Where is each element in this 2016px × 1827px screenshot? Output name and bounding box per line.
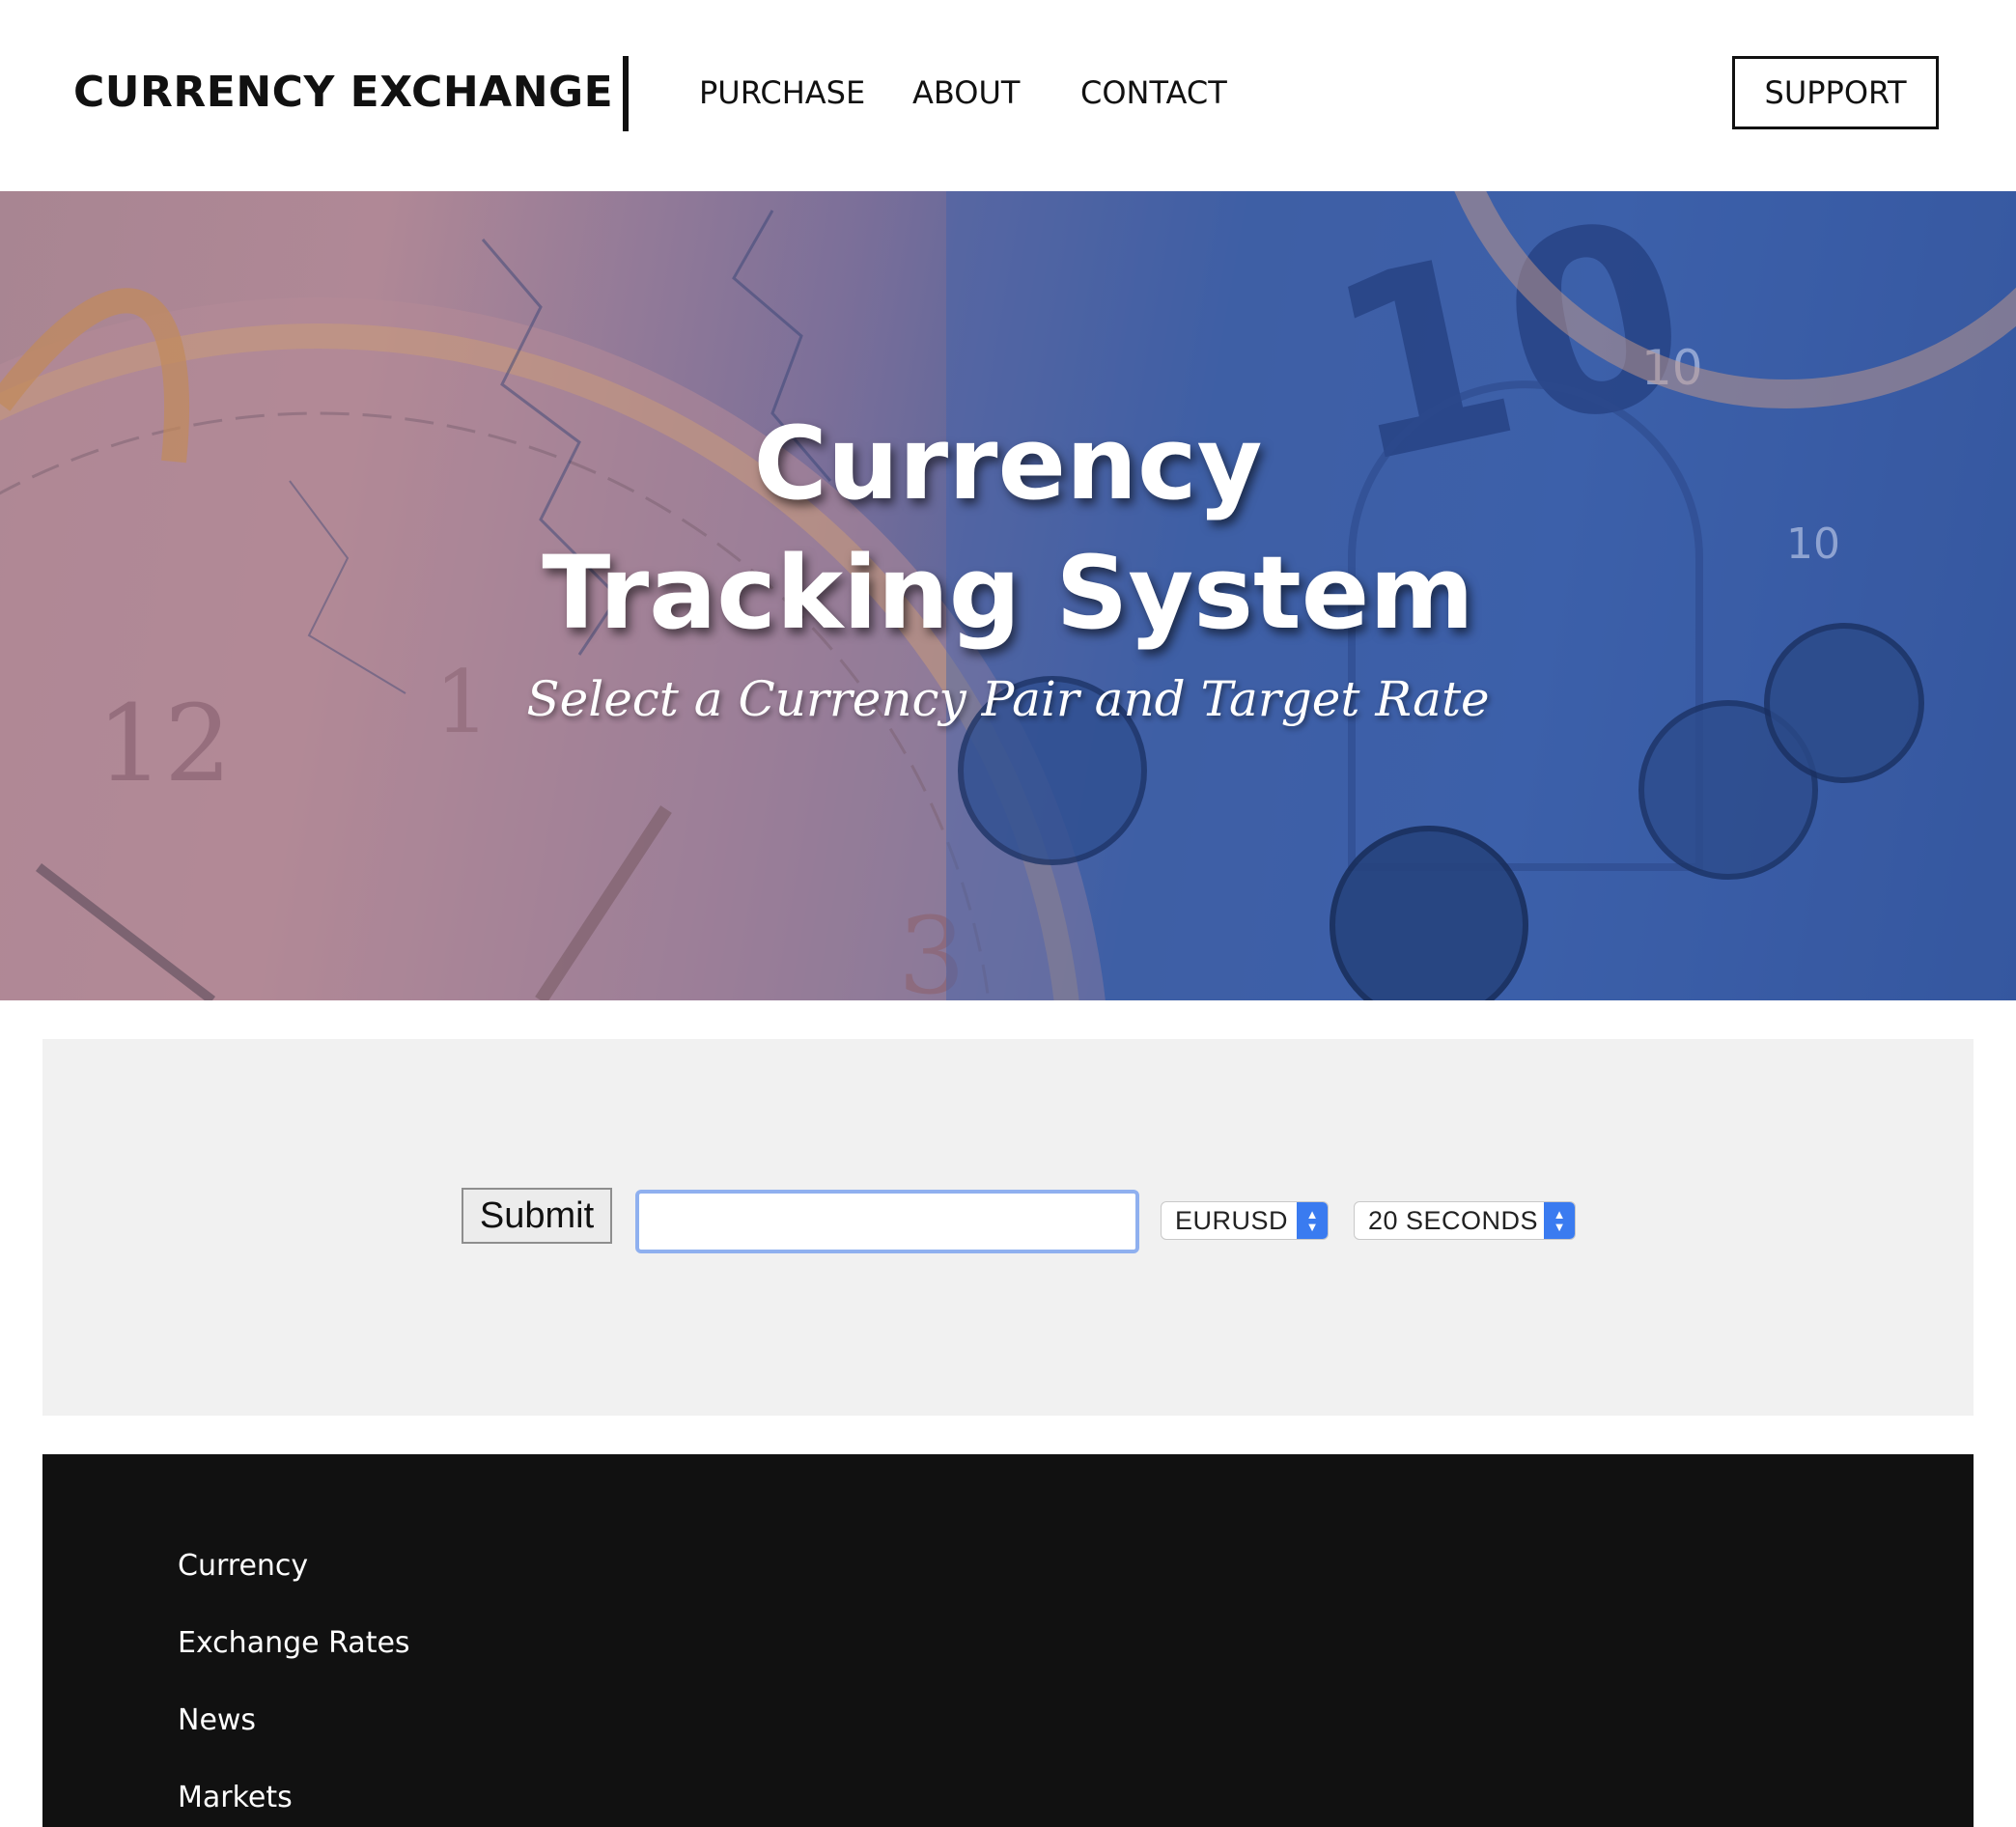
currency-pair-selected-value: EURUSD <box>1175 1205 1289 1235</box>
footer-link-exchange-rates[interactable]: Exchange Rates <box>178 1624 410 1663</box>
interval-select[interactable]: 20 SECONDS ▲ ▼ <box>1354 1201 1576 1240</box>
hero-subtitle: Select a Currency Pair and Target Rate <box>526 671 1490 727</box>
nav-purchase[interactable]: PURCHASE <box>699 62 865 124</box>
footer-link-news[interactable]: News <box>178 1701 256 1740</box>
site-footer: Currency Exchange Rates News Markets <box>42 1454 1974 1827</box>
footer-link-markets[interactable]: Markets <box>178 1779 293 1817</box>
hero-title-line-2: Tracking System <box>542 534 1474 652</box>
rate-form-panel: Submit EURUSD ▲ ▼ 20 SECONDS ▲ ▼ <box>42 1039 1974 1416</box>
header-divider <box>623 56 629 131</box>
select-stepper-icon: ▲ ▼ <box>1297 1202 1328 1239</box>
hero-title: Currency Tracking System <box>0 399 2016 658</box>
currency-pair-select[interactable]: EURUSD ▲ ▼ <box>1161 1201 1329 1240</box>
site-header: CURRENCY EXCHANGE PURCHASE ABOUT CONTACT… <box>0 0 2016 191</box>
select-stepper-icon: ▲ ▼ <box>1544 1202 1575 1239</box>
nav-contact[interactable]: CONTACT <box>1080 62 1227 124</box>
site-logo[interactable]: CURRENCY EXCHANGE <box>73 62 613 124</box>
hero-title-line-1: Currency <box>753 405 1263 522</box>
submit-button[interactable]: Submit <box>462 1188 612 1244</box>
support-button[interactable]: SUPPORT <box>1732 56 1939 129</box>
footer-link-currency[interactable]: Currency <box>178 1547 308 1586</box>
interval-selected-value: 20 SECONDS <box>1368 1205 1539 1235</box>
hero-banner: 12 3 1 10 10 10 Currency Tracking System… <box>0 191 2016 1000</box>
nav-about[interactable]: ABOUT <box>912 62 1020 124</box>
target-rate-input[interactable] <box>635 1190 1139 1253</box>
